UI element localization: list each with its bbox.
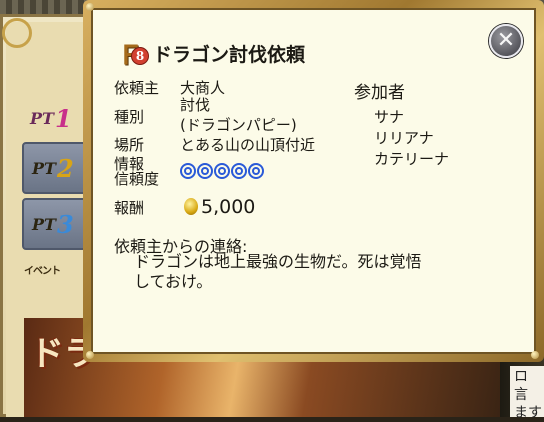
tab-event[interactable]: イベント <box>24 262 61 277</box>
double-ring-icon <box>248 163 264 179</box>
double-ring-icon <box>180 163 196 179</box>
frame-stud <box>531 351 539 359</box>
participants-label: 参加者 <box>354 83 405 103</box>
tab-party-2[interactable]: PT 2 <box>22 142 88 194</box>
reliability-rating <box>180 163 264 179</box>
rank-f-badge-icon: Ｆ 8 <box>117 39 151 71</box>
double-ring-icon <box>197 163 213 179</box>
tab-party-1[interactable]: PT 1 <box>22 92 88 144</box>
participant-name: リリアナ <box>374 129 434 147</box>
frame-stud <box>86 3 94 11</box>
quest-title: ドラゴン討伐依頼 <box>153 43 306 66</box>
client-label: 依頼主 <box>114 79 160 97</box>
tab-prefix: PT <box>32 214 56 234</box>
tab-party-3[interactable]: PT 3 <box>22 198 88 250</box>
tab-prefix: PT <box>32 158 56 178</box>
location-value: とある山の山頂付近 <box>180 136 316 154</box>
type-value-line2: (ドラゴンパピー) <box>180 116 297 134</box>
quest-title-row: Ｆ 8 ドラゴン討伐依頼 <box>117 38 306 71</box>
close-button[interactable]: ✕ <box>489 24 523 58</box>
frame-stud <box>86 351 94 359</box>
tab-number: 1 <box>54 103 72 133</box>
corner-ornament <box>2 18 32 48</box>
reliability-label: 信頼度 <box>114 170 160 188</box>
type-label: 種別 <box>114 108 145 126</box>
tab-number: 3 <box>56 209 74 239</box>
participant-name: サナ <box>374 108 405 126</box>
client-value: 大商人 <box>180 79 226 97</box>
close-icon: ✕ <box>496 28 516 53</box>
message-body: ドラゴンは地上最強の生物だ。死は覚悟しておけ。 <box>134 252 422 291</box>
double-ring-icon <box>231 163 247 179</box>
tab-prefix: PT <box>30 108 54 128</box>
tab-number: 2 <box>56 153 74 183</box>
side-note: ロ 言 ます <box>510 366 544 421</box>
top-bar-pattern <box>0 0 90 14</box>
gold-coin-icon <box>184 198 198 215</box>
type-value-line1: 討伐 <box>180 96 211 114</box>
reward-label: 報酬 <box>114 199 145 217</box>
rank-level: 8 <box>131 47 149 65</box>
double-ring-icon <box>214 163 230 179</box>
reward-value: 5,000 <box>201 196 256 218</box>
location-label: 場所 <box>114 136 145 154</box>
participant-name: カテリーナ <box>374 150 450 168</box>
